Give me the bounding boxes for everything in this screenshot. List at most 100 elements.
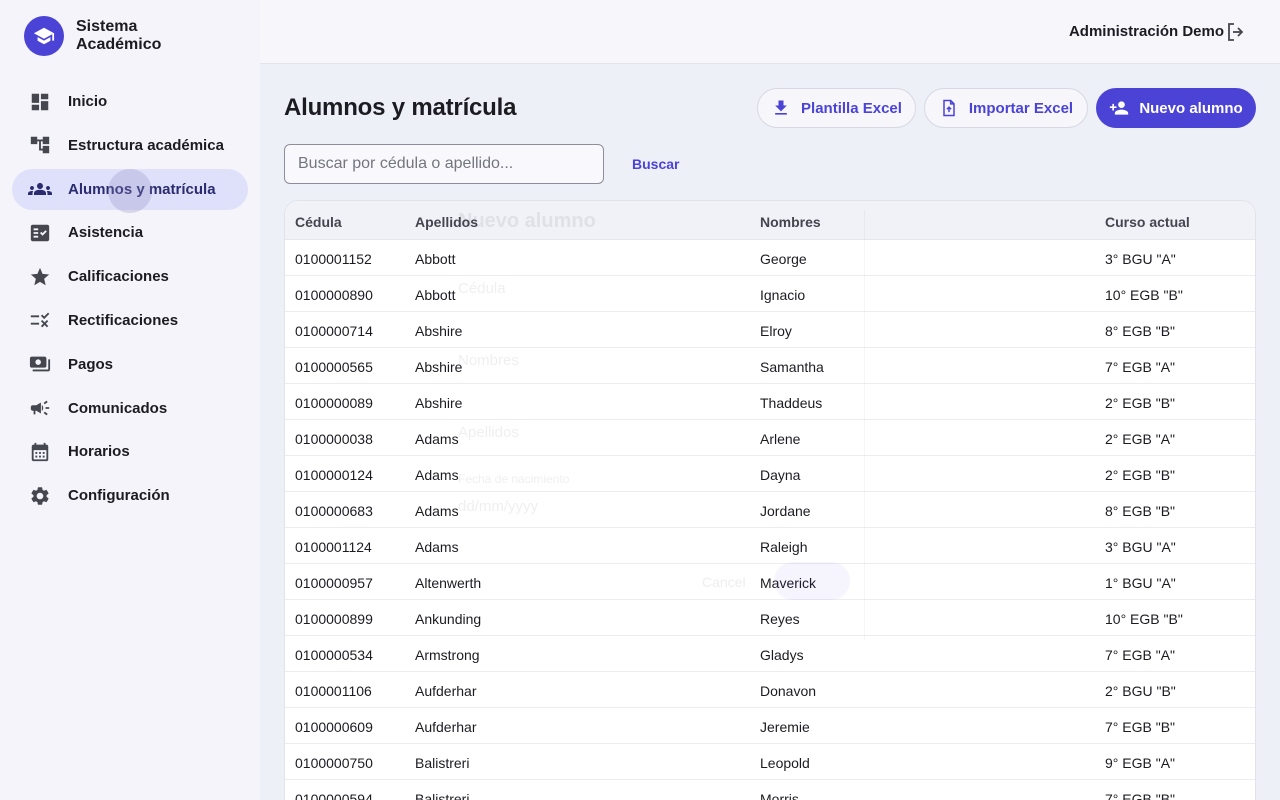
column-header-curso[interactable]: Curso actual	[1105, 214, 1190, 230]
sidebar-item-asistencia[interactable]: Asistencia	[12, 212, 248, 253]
cell-cedula: 0100001124	[295, 539, 372, 555]
sidebar-item-alumnos[interactable]: Alumnos y matrícula	[12, 168, 248, 213]
table-row[interactable]: 0100000038 Adams Arlene 2° EGB "A"	[285, 420, 1255, 456]
table-body: 0100001152 Abbott George 3° BGU "A" 01000008…	[285, 240, 1255, 800]
sidebar-item-label: Asistencia	[68, 224, 144, 242]
table-row[interactable]: 0100000609 Aufderhar Jeremie 7° EGB "B"	[285, 708, 1255, 744]
table-row[interactable]: 0100000957 Altenwerth Maverick 1° BGU "A"	[285, 564, 1255, 600]
new-student-label: Nuevo alumno	[1139, 99, 1243, 117]
table-row[interactable]: 0100001152 Abbott George 3° BGU "A"	[285, 240, 1255, 276]
table-row[interactable]: 0100000124 Adams Dayna 2° EGB "B"	[285, 456, 1255, 492]
person-add-icon	[1110, 101, 1129, 115]
cell-curso: 10° EGB "B"	[1105, 611, 1183, 627]
cell-curso: 7° EGB "A"	[1105, 359, 1176, 375]
cell-apellidos: Abshire	[415, 359, 463, 375]
sidebar-item-label: Calificaciones	[68, 268, 169, 286]
column-header-cedula[interactable]: Cédula	[295, 214, 342, 230]
sidebar-item-comunicados[interactable]: Comunicados	[12, 388, 248, 429]
cell-curso: 8° EGB "B"	[1105, 503, 1176, 519]
sidebar-item-label: Configuración	[68, 487, 170, 505]
column-header-apellidos[interactable]: Apellidos	[415, 214, 478, 230]
cell-apellidos: Abshire	[415, 323, 463, 339]
cell-apellidos: Armstrong	[415, 647, 480, 663]
sidebar-item-label: Estructura académica	[68, 136, 224, 154]
cell-curso: 3° BGU "A"	[1105, 539, 1176, 555]
calendar-icon	[28, 440, 52, 464]
table-row[interactable]: 0100000899 Ankunding Reyes 10° EGB "B"	[285, 600, 1255, 636]
cell-cedula: 0100000890	[295, 287, 373, 303]
sidebar-item-label: Inicio	[68, 93, 108, 110]
account-tree-icon	[28, 133, 52, 157]
cell-cedula: 0100000899	[295, 611, 373, 627]
cell-nombres: Donavon	[760, 683, 817, 699]
cell-nombres: Samantha	[760, 359, 824, 375]
dashboard-icon	[28, 90, 52, 114]
gear-icon	[28, 484, 52, 508]
cell-apellidos: Adams	[415, 431, 459, 447]
table-row[interactable]: 0100000890 Abbott Ignacio 10° EGB "B"	[285, 276, 1255, 312]
table-row[interactable]: 0100000089 Abshire Thaddeus 2° EGB "B"	[285, 384, 1255, 420]
cell-cedula: 0100000124	[295, 467, 373, 483]
download-icon	[775, 100, 787, 115]
sidebar-item-horarios[interactable]: Horarios	[12, 431, 248, 472]
cell-curso: 2° EGB "B"	[1105, 467, 1176, 483]
cell-cedula: 0100001106	[295, 683, 372, 699]
cell-nombres: Arlene	[760, 431, 801, 447]
cell-apellidos: Adams	[415, 467, 459, 483]
cell-nombres: Thaddeus	[760, 395, 823, 411]
search-button[interactable]: Buscar	[632, 156, 679, 172]
new-student-button[interactable]: Nuevo alumno	[1096, 88, 1256, 128]
cell-apellidos: Abbott	[415, 287, 456, 303]
cell-cedula: 0100001152	[295, 251, 372, 267]
brand[interactable]: Sistema Académico	[24, 16, 161, 56]
brand-line-2: Académico	[76, 36, 162, 53]
cell-curso: 7° EGB "B"	[1105, 791, 1176, 800]
sidebar-item-rectificaciones[interactable]: Rectificaciones	[12, 300, 248, 341]
column-header-nombres[interactable]: Nombres	[760, 214, 821, 230]
sidebar: Sistema Académico Inicio Estructura acad…	[0, 0, 260, 800]
cell-nombres: Raleigh	[760, 539, 808, 555]
sidebar-item-estructura[interactable]: Estructura académica	[12, 125, 248, 166]
top-bar: Administración Demo	[260, 0, 1280, 64]
cell-apellidos: Abbott	[415, 251, 456, 267]
table-row[interactable]: 0100001124 Adams Raleigh 3° BGU "A"	[285, 528, 1255, 564]
search-input[interactable]	[284, 144, 604, 184]
cell-cedula: 0100000534	[295, 647, 373, 663]
cell-cedula: 0100000683	[295, 503, 373, 519]
graduation-cap-icon	[24, 16, 64, 56]
sidebar-nav: Inicio Estructura académica Alumnos y ma…	[12, 81, 248, 519]
cell-apellidos: Balistreri	[415, 755, 470, 771]
cell-curso: 8° EGB "B"	[1105, 323, 1176, 339]
table-row[interactable]: 0100000750 Balistreri Leopold 9° EGB "A"	[285, 744, 1255, 780]
cell-cedula: 0100000957	[295, 575, 373, 591]
table-row[interactable]: 0100000683 Adams Jordane 8° EGB "B"	[285, 492, 1255, 528]
cell-nombres: George	[760, 251, 807, 267]
cell-curso: 7° EGB "B"	[1105, 719, 1176, 735]
logout-icon[interactable]	[1224, 20, 1248, 44]
table-row[interactable]: 0100000594 Balistreri Morris 7° EGB "B"	[285, 780, 1255, 800]
cell-nombres: Gladys	[760, 647, 804, 663]
cell-nombres: Jeremie	[760, 719, 810, 735]
upload-file-icon	[943, 99, 955, 117]
cell-cedula: 0100000714	[295, 323, 373, 339]
cell-curso: 2° BGU "B"	[1105, 683, 1176, 699]
table-row[interactable]: 0100000565 Abshire Samantha 7° EGB "A"	[285, 348, 1255, 384]
sidebar-item-calificaciones[interactable]: Calificaciones	[12, 256, 248, 297]
rule-icon	[28, 308, 52, 332]
import-excel-button[interactable]: Importar Excel	[924, 88, 1088, 128]
sidebar-item-label: Pagos	[68, 355, 114, 373]
cell-apellidos: Balistreri	[415, 791, 470, 800]
sidebar-item-configuracion[interactable]: Configuración	[12, 475, 248, 516]
cell-curso: 2° EGB "B"	[1105, 395, 1176, 411]
cell-nombres: Maverick	[760, 575, 817, 591]
sidebar-item-pagos[interactable]: Pagos	[12, 344, 248, 385]
table-row[interactable]: 0100000714 Abshire Elroy 8° EGB "B"	[285, 312, 1255, 348]
cell-nombres: Elroy	[760, 323, 792, 339]
download-template-button[interactable]: Plantilla Excel	[757, 88, 916, 128]
groups-icon	[28, 177, 52, 201]
table-row[interactable]: 0100000534 Armstrong Gladys 7° EGB "A"	[285, 636, 1255, 672]
sidebar-item-inicio[interactable]: Inicio	[12, 81, 248, 122]
table-row[interactable]: 0100001106 Aufderhar Donavon 2° BGU "B"	[285, 672, 1255, 708]
brand-name: Sistema Académico	[76, 18, 161, 54]
sidebar-item-label: Horarios	[68, 443, 130, 461]
